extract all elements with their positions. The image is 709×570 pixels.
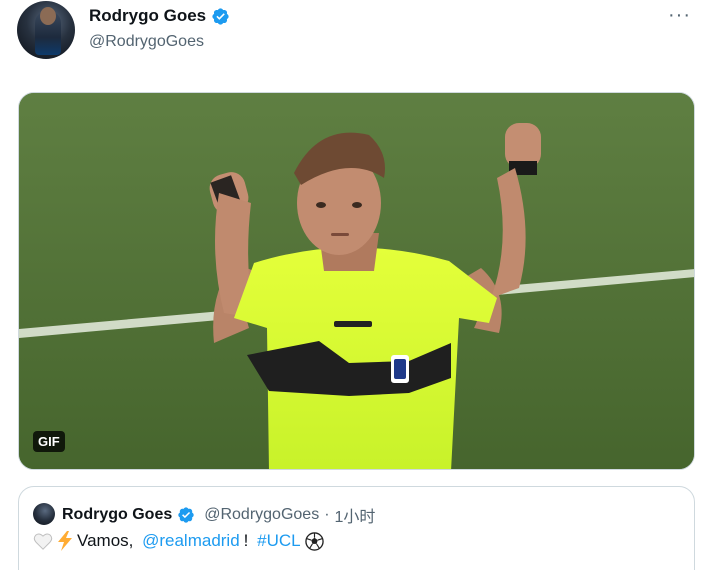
author-name[interactable]: Rodrygo Goes	[89, 6, 206, 26]
quoted-author-handle: @RodrygoGoes	[204, 506, 320, 523]
quoted-text-prefix: Vamos,	[77, 531, 139, 550]
verified-badge-icon	[212, 7, 229, 25]
soccer-ball-icon	[304, 531, 324, 551]
more-options-icon[interactable]: ···	[668, 4, 691, 27]
author-handle[interactable]: @RodrygoGoes	[89, 33, 230, 51]
quoted-author-name: Rodrygo Goes	[62, 506, 173, 523]
hashtag-link[interactable]: #UCL	[257, 531, 300, 551]
quoted-tweet-text: Vamos, @realmadrid! #UCL	[33, 531, 324, 551]
lightning-icon	[58, 531, 72, 551]
gif-frame-image	[19, 93, 694, 469]
white-heart-icon	[33, 533, 53, 550]
gif-badge: GIF	[33, 431, 65, 452]
author-block: Rodrygo Goes @RodrygoGoes	[89, 6, 230, 51]
verified-badge-icon	[178, 507, 194, 523]
separator-dot: ·	[324, 506, 330, 523]
mention-link[interactable]: @realmadrid	[142, 531, 240, 551]
quoted-tweet-time[interactable]: 1小时	[335, 503, 376, 527]
quoted-text-mid: !	[243, 531, 254, 550]
tweet-media-gif[interactable]: GIF	[18, 92, 695, 470]
author-avatar[interactable]	[17, 1, 75, 59]
quoted-tweet-header: Rodrygo Goes @RodrygoGoes · 1小时	[62, 503, 375, 527]
author-name-row: Rodrygo Goes	[89, 6, 230, 26]
quoted-tweet-card[interactable]: Rodrygo Goes @RodrygoGoes · 1小时 Vamos, @…	[18, 486, 695, 570]
quoted-author-avatar	[33, 503, 55, 525]
